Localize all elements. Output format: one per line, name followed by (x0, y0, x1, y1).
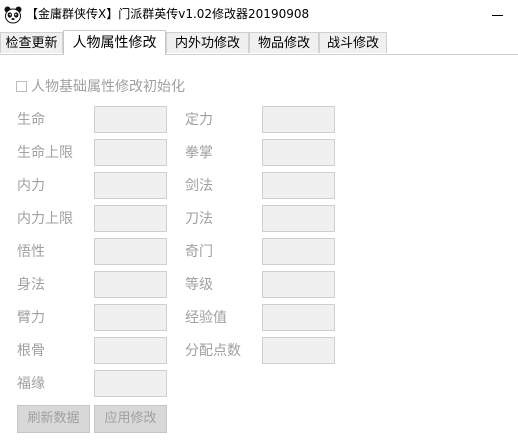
label-constitution: 根骨 (17, 343, 45, 359)
window-title: 【金庸群侠传X】门派群英传v1.02修改器20190908 (26, 7, 310, 21)
panda-icon (4, 6, 22, 24)
tab-battle[interactable]: 战斗修改 (319, 32, 387, 53)
mp-max-input[interactable] (94, 205, 167, 232)
free-points-input[interactable] (262, 337, 335, 364)
tab-items[interactable]: 物品修改 (249, 32, 319, 53)
label-comprehension: 悟性 (17, 244, 45, 260)
hp-max-input[interactable] (94, 139, 167, 166)
label-blade: 刀法 (185, 211, 213, 227)
composure-input[interactable] (262, 106, 335, 133)
label-level: 等级 (185, 277, 213, 293)
minimize-button[interactable] (484, 2, 510, 28)
title-bar: 【金庸群侠传X】门派群英传v1.02修改器20190908 (0, 0, 518, 30)
fist-palm-input[interactable] (262, 139, 335, 166)
init-checkbox-label: 人物基础属性修改初始化 (31, 79, 185, 95)
agility-input[interactable] (94, 271, 167, 298)
refresh-data-button[interactable]: 刷新数据 (17, 405, 90, 433)
apply-changes-button[interactable]: 应用修改 (94, 405, 167, 433)
blade-input[interactable] (262, 205, 335, 232)
tab-internal-external-skills[interactable]: 内外功修改 (166, 32, 249, 53)
sword-input[interactable] (262, 172, 335, 199)
label-sword: 剑法 (185, 178, 213, 194)
label-strength: 臂力 (17, 310, 45, 326)
label-mp: 内力 (17, 178, 45, 194)
label-free-points: 分配点数 (185, 343, 241, 359)
label-agility: 身法 (17, 277, 45, 293)
tab-character-attributes[interactable]: 人物属性修改 (63, 30, 166, 55)
label-hp-max: 生命上限 (17, 145, 73, 161)
init-checkbox-row[interactable]: 人物基础属性修改初始化 (16, 77, 185, 95)
label-experience: 经验值 (185, 310, 227, 326)
hp-input[interactable] (94, 106, 167, 133)
label-hp: 生命 (17, 112, 45, 128)
fortune-input[interactable] (94, 370, 167, 397)
level-input[interactable] (262, 271, 335, 298)
init-checkbox[interactable] (16, 80, 27, 92)
strength-input[interactable] (94, 304, 167, 331)
label-composure: 定力 (185, 112, 213, 128)
comprehension-input[interactable] (94, 238, 167, 265)
tab-check-update[interactable]: 检查更新 (0, 32, 63, 53)
experience-input[interactable] (262, 304, 335, 331)
label-mp-max: 内力上限 (17, 211, 73, 227)
label-fortune: 福缘 (17, 376, 45, 392)
tab-bar: 检查更新 人物属性修改 内外功修改 物品修改 战斗修改 (0, 30, 518, 55)
mp-input[interactable] (94, 172, 167, 199)
exotic-input[interactable] (262, 238, 335, 265)
constitution-input[interactable] (94, 337, 167, 364)
label-exotic: 奇门 (185, 244, 213, 260)
label-fist-palm: 拳掌 (185, 145, 213, 161)
